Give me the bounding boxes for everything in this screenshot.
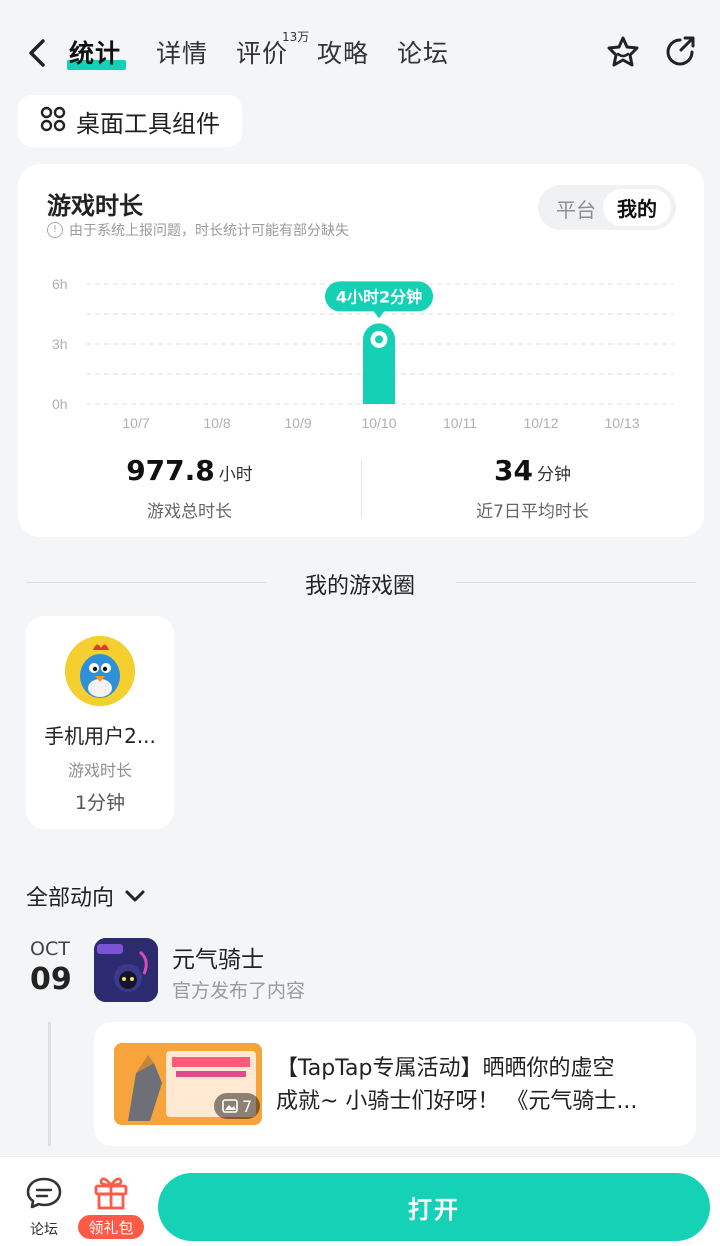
x-tick-label: 10/9 — [284, 415, 311, 431]
y-tick-label: 3h — [52, 336, 68, 352]
reviews-count-badge: 13万 — [282, 30, 310, 44]
playtime-card: 游戏时长 ! 由于系统上报问题，时长统计可能有部分缺失 平台 我的 0h 3h 6h… — [18, 164, 704, 537]
game-icon[interactable] — [94, 938, 158, 1002]
game-circle-title: 我的游戏圈 — [304, 574, 415, 599]
x-tick-label: 10/8 — [203, 415, 230, 431]
friend-name: 手机用户2... — [44, 724, 156, 748]
bottom-bar: 论坛 领礼包 打开 — [0, 1156, 720, 1246]
tab-guides[interactable]: 攻略 — [317, 34, 369, 70]
avatar — [65, 636, 135, 706]
activity-filter-label: 全部动向 — [26, 886, 115, 911]
tab-details[interactable]: 详情 — [156, 34, 208, 70]
share-icon[interactable] — [662, 34, 698, 70]
avg-playtime: 34 分钟 近7日平均时长 — [361, 454, 704, 522]
post-text-line2: 成就~ 小骑士们好呀！ 《元气骑士... — [276, 1089, 638, 1114]
section-divider-right — [456, 582, 696, 583]
x-tick-label: 10/13 — [604, 415, 639, 431]
activity-date-month: OCT — [30, 938, 70, 960]
desktop-widget-button[interactable]: 桌面工具组件 — [18, 95, 242, 147]
back-icon[interactable] — [22, 36, 52, 70]
game-name[interactable]: 元气骑士 — [172, 940, 264, 974]
image-count-badge: 7 — [214, 1093, 261, 1119]
avg-playtime-unit: 分钟 — [536, 465, 571, 485]
tab-stats[interactable]: 统计 — [69, 34, 121, 70]
post-text-line1: 【TapTap专属活动】晒晒你的虚空 — [276, 1056, 615, 1081]
avg-playtime-value: 34 — [494, 454, 533, 487]
friend-card[interactable]: 手机用户2... 游戏时长 1分钟 — [26, 616, 174, 829]
image-icon — [222, 1099, 238, 1113]
timeline-line — [48, 1022, 51, 1146]
total-playtime: 977.8 小时 游戏总时长 — [18, 454, 361, 522]
favorite-star-icon[interactable] — [605, 34, 641, 70]
gift-label[interactable]: 领礼包 — [78, 1215, 144, 1239]
gift-icon — [94, 1177, 128, 1210]
tab-forum[interactable]: 论坛 — [397, 34, 449, 70]
widget-chip-label: 桌面工具组件 — [76, 109, 220, 138]
gift-button[interactable] — [78, 1173, 144, 1215]
activity-date-day: 09 — [30, 962, 72, 997]
playtime-chart: 0h 3h 6h 10/7 10/8 10/9 10/10 4小时2分钟 10/11 10/12 1… — [52, 276, 674, 431]
bar-value-label: 4小时2分钟 — [336, 287, 422, 306]
top-nav: 统计 详情 评价 13万 攻略 论坛 — [0, 0, 720, 96]
post-thumbnail: 7 — [114, 1043, 262, 1125]
x-tick-label: 10/10 — [361, 415, 396, 431]
activity-filter-dropdown[interactable]: 全部动向 — [26, 880, 146, 912]
total-playtime-label: 游戏总时长 — [147, 502, 232, 522]
total-playtime-unit: 小时 — [218, 465, 253, 485]
forum-label[interactable]: 论坛 — [22, 1219, 66, 1239]
open-game-button[interactable]: 打开 — [158, 1173, 710, 1241]
friend-playtime-value: 1分钟 — [74, 792, 126, 814]
image-count: 7 — [242, 1096, 253, 1116]
avg-playtime-label: 近7日平均时长 — [476, 502, 589, 522]
tab-reviews[interactable]: 评价 — [236, 34, 288, 70]
x-tick-label: 10/11 — [443, 415, 477, 431]
y-tick-label: 6h — [52, 276, 68, 292]
post-text: 【TapTap专属活动】晒晒你的虚空 成就~ 小骑士们好呀！ 《元气骑士... — [276, 1052, 676, 1118]
forum-button[interactable] — [22, 1175, 66, 1215]
friend-playtime-label: 游戏时长 — [67, 761, 132, 780]
y-tick-label: 0h — [52, 396, 68, 412]
x-tick-label: 10/12 — [523, 415, 558, 431]
forum-chat-icon — [26, 1177, 62, 1209]
game-activity-subtitle: 官方发布了内容 — [172, 980, 306, 1002]
post-card[interactable]: 7 【TapTap专属活动】晒晒你的虚空 成就~ 小骑士们好呀！ 《元气骑士..… — [94, 1022, 696, 1146]
x-tick-label: 10/7 — [122, 415, 149, 431]
widget-grid-icon — [40, 106, 66, 136]
bar-marker-dot — [375, 335, 383, 344]
total-playtime-value: 977.8 — [126, 454, 215, 487]
chevron-down-icon — [124, 889, 146, 903]
